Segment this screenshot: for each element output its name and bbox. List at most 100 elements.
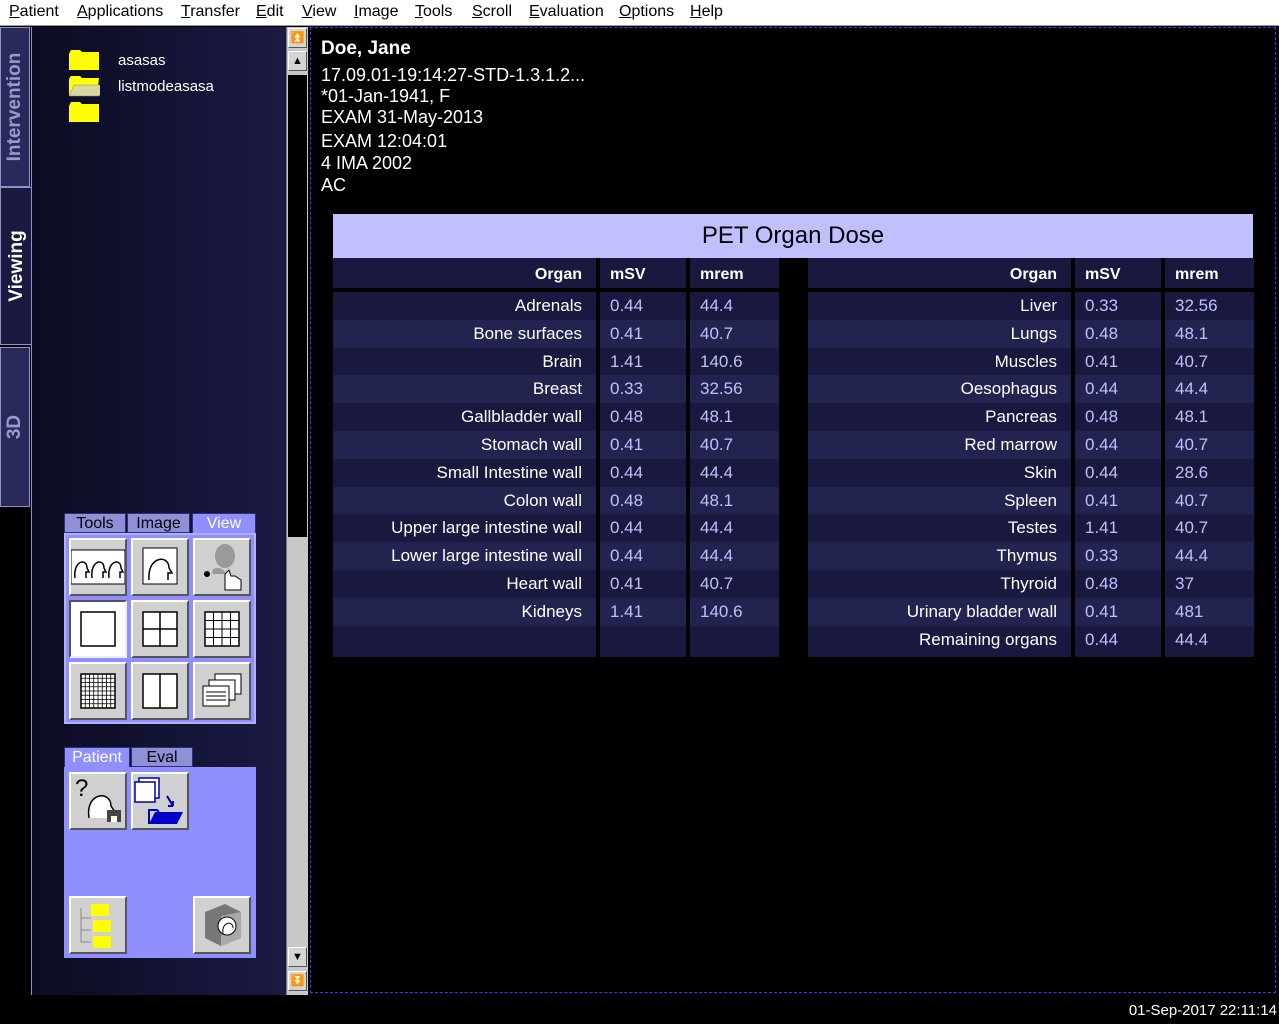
menu-image[interactable]: Image: [354, 3, 398, 21]
tab-intervention[interactable]: Intervention: [0, 27, 30, 187]
table-row: Upper large intestine wall 0.44 44.4: [333, 514, 779, 541]
stack-layout-button[interactable]: [193, 662, 251, 720]
msv-value: 0.41: [610, 435, 644, 454]
three-heads-icon: [71, 549, 125, 585]
series-layout-button[interactable]: [69, 538, 127, 596]
image-scrollbar[interactable]: ⏫ ▲ ▼ ⏬: [286, 27, 308, 995]
hand-tool-button[interactable]: [193, 538, 251, 596]
dose-title: PET Organ Dose: [333, 214, 1253, 258]
scroll-up-button[interactable]: ▲: [288, 51, 307, 71]
column-header-msv: mSV: [1085, 266, 1121, 283]
msv-value: 0.48: [1085, 574, 1119, 593]
single-image-button[interactable]: [131, 538, 189, 596]
folder-tree-icon: [80, 904, 111, 948]
msv-value: 0.33: [1085, 546, 1119, 566]
table-row: Muscles 0.41 40.7: [808, 348, 1254, 375]
patient-info-button[interactable]: ?: [69, 772, 127, 830]
organ-name: Urinary bladder wall: [906, 601, 1057, 621]
patient-name: Doe, Jane: [321, 38, 411, 59]
organ-name: Remaining organs: [919, 629, 1057, 649]
head-icon: [142, 547, 178, 585]
scroll-last-button[interactable]: ⏬: [288, 971, 307, 991]
table-row: Brain 1.41 140.6: [333, 348, 779, 375]
organ-name: Kidneys: [521, 601, 582, 621]
3d-view-button[interactable]: [193, 896, 251, 954]
grid-1x1-icon: [80, 611, 116, 647]
menu-transfer[interactable]: Transfer: [181, 3, 240, 21]
menu-applications[interactable]: Applications: [77, 3, 163, 21]
mrem-value: 40.7: [1175, 518, 1209, 538]
svg-text:?: ?: [75, 775, 88, 802]
scroll-first-button[interactable]: ⏫: [288, 28, 307, 48]
row-band: [690, 625, 779, 654]
menu-scroll[interactable]: Scroll: [472, 3, 512, 21]
tab-tools[interactable]: Tools: [64, 513, 126, 533]
tab-3d[interactable]: 3D: [0, 347, 30, 507]
patient-browser-button[interactable]: [69, 896, 127, 954]
tab-viewing[interactable]: Viewing: [0, 187, 32, 345]
folder-open-icon: [68, 76, 100, 97]
folder-icon: [69, 102, 99, 122]
organ-name: Spleen: [1004, 490, 1057, 510]
menu-help[interactable]: Help: [690, 3, 723, 21]
menu-view[interactable]: View: [302, 3, 336, 21]
mrem-value: 40.7: [1175, 351, 1209, 371]
tab-view[interactable]: View: [192, 513, 256, 533]
table-row: Testes 1.41 40.7: [808, 514, 1254, 541]
msv-value: 0.48: [610, 407, 644, 427]
layout-1x1-button[interactable]: [69, 600, 127, 658]
organ-name: Testes: [1007, 518, 1057, 538]
patient-palette: ?: [64, 767, 256, 958]
birth-date: *01-Jan-1941, F: [321, 86, 451, 106]
grid-1x2-icon: [142, 673, 178, 709]
column-header-msv: mSV: [610, 266, 646, 283]
mrem-value: 44.4: [1175, 546, 1209, 566]
image-viewer[interactable]: Doe, Jane 17.09.01-19:14:27-STD-1.3.1.2.…: [310, 27, 1276, 993]
organ-name: Breast: [532, 379, 582, 399]
table-row: Thyroid 0.48 37: [808, 570, 1254, 597]
msv-value: 0.44: [1085, 462, 1119, 482]
menu-evaluation[interactable]: Evaluation: [529, 3, 604, 21]
tab-3d-label: 3D: [4, 414, 25, 440]
tab-eval[interactable]: Eval: [131, 747, 193, 767]
menu-edit[interactable]: Edit: [256, 3, 284, 21]
mrem-value: 40.7: [700, 435, 734, 454]
mrem-value: 48.1: [700, 490, 734, 510]
menu-tools[interactable]: Tools: [415, 3, 452, 21]
sidebar: asasas listmodeasasa Tools Image View Pa…: [31, 27, 286, 995]
stacked-pages-icon: [202, 673, 242, 707]
tab-viewing-label: Viewing: [5, 230, 27, 302]
scroll-down-button[interactable]: ▼: [288, 947, 307, 967]
table-row: Lower large intestine wall 0.44 44.4: [333, 542, 779, 569]
msv-value: 0.33: [610, 379, 644, 399]
row-band: [333, 625, 596, 654]
menu-options[interactable]: Options: [619, 3, 674, 21]
palette-tabs: Tools Image View: [64, 513, 256, 533]
msv-value: 0.41: [1085, 351, 1119, 371]
organ-name: Muscles: [994, 351, 1057, 371]
load-images-button[interactable]: [131, 772, 189, 830]
layout-8x8-button[interactable]: [69, 662, 127, 720]
scroll-thumb[interactable]: [288, 537, 307, 945]
organ-name: Pancreas: [985, 407, 1057, 427]
msv-value: 0.44: [1085, 435, 1119, 454]
mrem-value: 40.7: [700, 574, 734, 593]
msv-value: 1.41: [610, 601, 644, 621]
menu-patient[interactable]: Patient: [9, 3, 59, 21]
table-row: Spleen 0.41 40.7: [808, 487, 1254, 514]
table-row: Kidneys 1.41 140.6: [333, 598, 779, 625]
organ-name: Bone surfaces: [473, 323, 582, 343]
layout-2x2-button[interactable]: [131, 600, 189, 658]
organ-name: Upper large intestine wall: [391, 518, 582, 538]
organ-name: Lungs: [1010, 323, 1057, 343]
msv-value: 0.41: [1085, 601, 1119, 621]
tab-image[interactable]: Image: [127, 513, 190, 533]
organ-name: Thyroid: [1000, 574, 1057, 593]
tab-patient[interactable]: Patient: [64, 747, 130, 767]
layout-1x2-button[interactable]: [131, 662, 189, 720]
layout-4x4-button[interactable]: [193, 600, 251, 658]
cube-head-icon: [205, 904, 241, 946]
table-row: Adrenals 0.44 44.4: [333, 292, 779, 319]
scroll-track[interactable]: [288, 75, 307, 537]
hand-pointer-icon: [204, 544, 242, 591]
